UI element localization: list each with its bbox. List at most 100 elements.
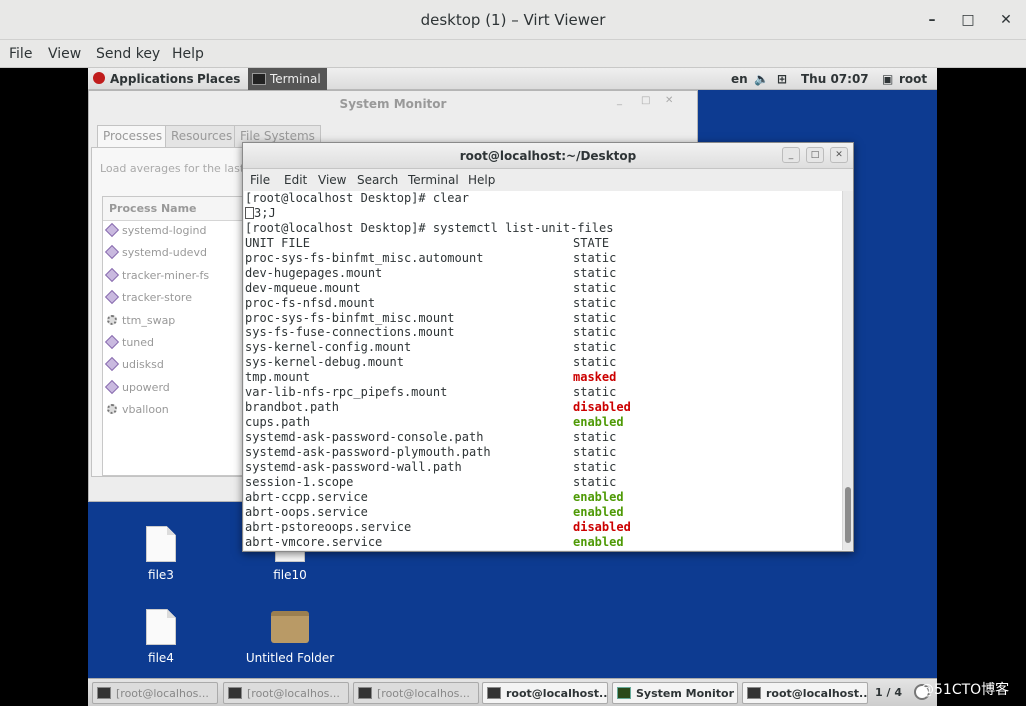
unit-row: proc-sys-fs-binfmt_misc.automount static (245, 251, 842, 266)
unit-name: abrt-ccpp.service (245, 489, 368, 504)
taskbar-item-terminal-active[interactable]: root@localhost... (742, 682, 868, 704)
taskbar-item-label: root@localhost... (506, 687, 608, 700)
unit-row: cups.path enabled (245, 415, 842, 430)
unit-name: cups.path (245, 415, 311, 430)
unit-name: tmp.mount (245, 370, 311, 385)
window-title: desktop (1) – Virt Viewer (420, 11, 606, 29)
menubar: File View Send key Help (0, 40, 1026, 68)
desktop-icon-file4[interactable]: file4 (111, 609, 211, 665)
unit-state: static (573, 444, 617, 459)
unit-state: enabled (573, 415, 624, 430)
unit-row: var-lib-nfs-rpc_pipefs.mount static (245, 385, 842, 400)
menu-send-key[interactable]: Send key (96, 46, 160, 62)
close-button[interactable]: ✕ (996, 10, 1016, 30)
system-monitor-title: System Monitor (339, 97, 447, 111)
terminal-minimize-button[interactable]: _ (782, 147, 800, 163)
minimize-button[interactable]: – (922, 10, 942, 30)
column-unit-file: UNIT FILE (245, 235, 311, 250)
network-icon[interactable]: ⊞ (777, 72, 787, 86)
unit-state: static (573, 430, 617, 444)
desktop-icon-untitled-folder[interactable]: Untitled Folder (240, 609, 340, 665)
sysmon-minimize-button[interactable]: _ (617, 95, 622, 106)
menu-help[interactable]: Help (172, 46, 204, 62)
unit-row: abrt-oops.service enabled (245, 505, 842, 520)
process-name: systemd-logind (122, 224, 207, 237)
unit-name: abrt-pstoreoops.service (245, 519, 412, 534)
sysmon-maximize-button[interactable]: □ (641, 95, 650, 106)
scrollbar-thumb[interactable] (845, 487, 851, 543)
terminal-titlebar: root@localhost:~/Desktop _ □ ✕ (243, 143, 853, 169)
desktop-icon-file3[interactable]: file3 (111, 526, 211, 582)
unit-row: abrt-vmcore.service enabled (245, 535, 842, 550)
menu-file[interactable]: File (9, 46, 32, 62)
column-state: STATE (573, 235, 610, 250)
unit-state: static (573, 265, 617, 280)
keyboard-layout[interactable]: en (731, 72, 748, 86)
unit-row: session-1.scope static (245, 475, 842, 490)
terminal-menu-view[interactable]: View (318, 173, 346, 187)
process-icon (104, 222, 120, 238)
terminal-menu-search[interactable]: Search (357, 173, 398, 187)
terminal-line: [root@localhost Desktop]# clear (245, 191, 469, 205)
menu-view[interactable]: View (48, 46, 81, 62)
terminal-icon (358, 687, 372, 699)
unit-row: systemd-ask-password-wall.path static (245, 460, 842, 475)
desktop-icon-label: file3 (148, 568, 174, 582)
workspace-pager[interactable]: 1 / 4 (875, 686, 902, 699)
unit-name: dev-mqueue.mount (245, 280, 361, 295)
unit-name: systemd-ask-password-console.path (245, 430, 484, 444)
file-icon (146, 526, 176, 562)
tab-resources[interactable]: Resources (165, 125, 239, 147)
terminal-maximize-button[interactable]: □ (806, 147, 824, 163)
unit-row: sys-kernel-config.mount static (245, 340, 842, 355)
terminal-menu-edit[interactable]: Edit (284, 173, 307, 187)
taskbar-item-label: [root@localhos... (377, 687, 470, 700)
terminal-icon (487, 687, 501, 699)
terminal-panel-task[interactable]: Terminal (248, 68, 327, 90)
taskbar-item-label: root@localhost... (766, 687, 868, 700)
unit-row: dev-mqueue.mount static (245, 281, 842, 296)
places-menu[interactable]: Places (197, 72, 240, 86)
clock[interactable]: Thu 07:07 (801, 72, 869, 86)
unit-name: dev-hugepages.mount (245, 265, 383, 280)
tab-processes[interactable]: Processes (97, 125, 169, 147)
terminal-scrollbar[interactable] (842, 191, 853, 550)
terminal-close-button[interactable]: ✕ (830, 147, 848, 163)
unit-name: brandbot.path (245, 400, 339, 415)
desktop-icon-label: file10 (273, 568, 307, 582)
bottom-taskbar: [root@localhos... [root@localhos... [roo… (88, 678, 937, 706)
taskbar-item-terminal-3[interactable]: [root@localhos... (353, 682, 479, 704)
user-menu[interactable]: root (899, 72, 927, 86)
process-name: udisksd (122, 358, 164, 372)
taskbar-item-system-monitor[interactable]: System Monitor (612, 682, 738, 704)
sysmon-close-button[interactable]: ✕ (665, 95, 673, 106)
terminal-menu-help[interactable]: Help (468, 173, 495, 187)
process-name: tracker-miner-fs (122, 268, 210, 282)
maximize-button[interactable]: □ (958, 10, 978, 30)
volume-icon[interactable]: 🔈 (754, 72, 769, 86)
terminal-icon (252, 73, 266, 85)
guest-display[interactable]: Applications Places Terminal en 🔈 ⊞ Thu … (88, 68, 937, 706)
process-icon (104, 290, 120, 305)
unit-name: systemd-ask-password-plymouth.path (245, 444, 491, 459)
applications-menu[interactable]: Applications (110, 72, 194, 86)
terminal-menubar: File Edit View Search Terminal Help (243, 169, 853, 191)
terminal-title: root@localhost:~/Desktop (459, 149, 637, 163)
taskbar-item-terminal-1[interactable]: [root@localhos... (92, 682, 218, 704)
terminal-menu-terminal[interactable]: Terminal (408, 173, 459, 187)
unit-name: sys-kernel-config.mount (245, 340, 412, 355)
terminal-menu-file[interactable]: File (250, 173, 270, 187)
taskbar-item-label: [root@localhos... (247, 687, 340, 700)
terminal-window[interactable]: root@localhost:~/Desktop _ □ ✕ File Edit… (242, 142, 854, 552)
unit-name: proc-sys-fs-binfmt_misc.automount (245, 250, 484, 265)
unit-state: static (573, 325, 617, 340)
process-name: vballoon (122, 403, 169, 417)
unit-state: static (573, 340, 617, 355)
taskbar-item-terminal-4[interactable]: root@localhost... (482, 682, 608, 704)
user-icon: ▣ (882, 72, 894, 86)
terminal-output[interactable]: [root@localhost Desktop]# clear 3;J [root@… (244, 191, 842, 550)
unit-name: proc-fs-nfsd.mount (245, 295, 376, 310)
unit-row: abrt-pstoreoops.service disabled (245, 520, 842, 535)
taskbar-item-terminal-2[interactable]: [root@localhos... (223, 682, 349, 704)
unit-name: session-1.scope (245, 474, 354, 489)
